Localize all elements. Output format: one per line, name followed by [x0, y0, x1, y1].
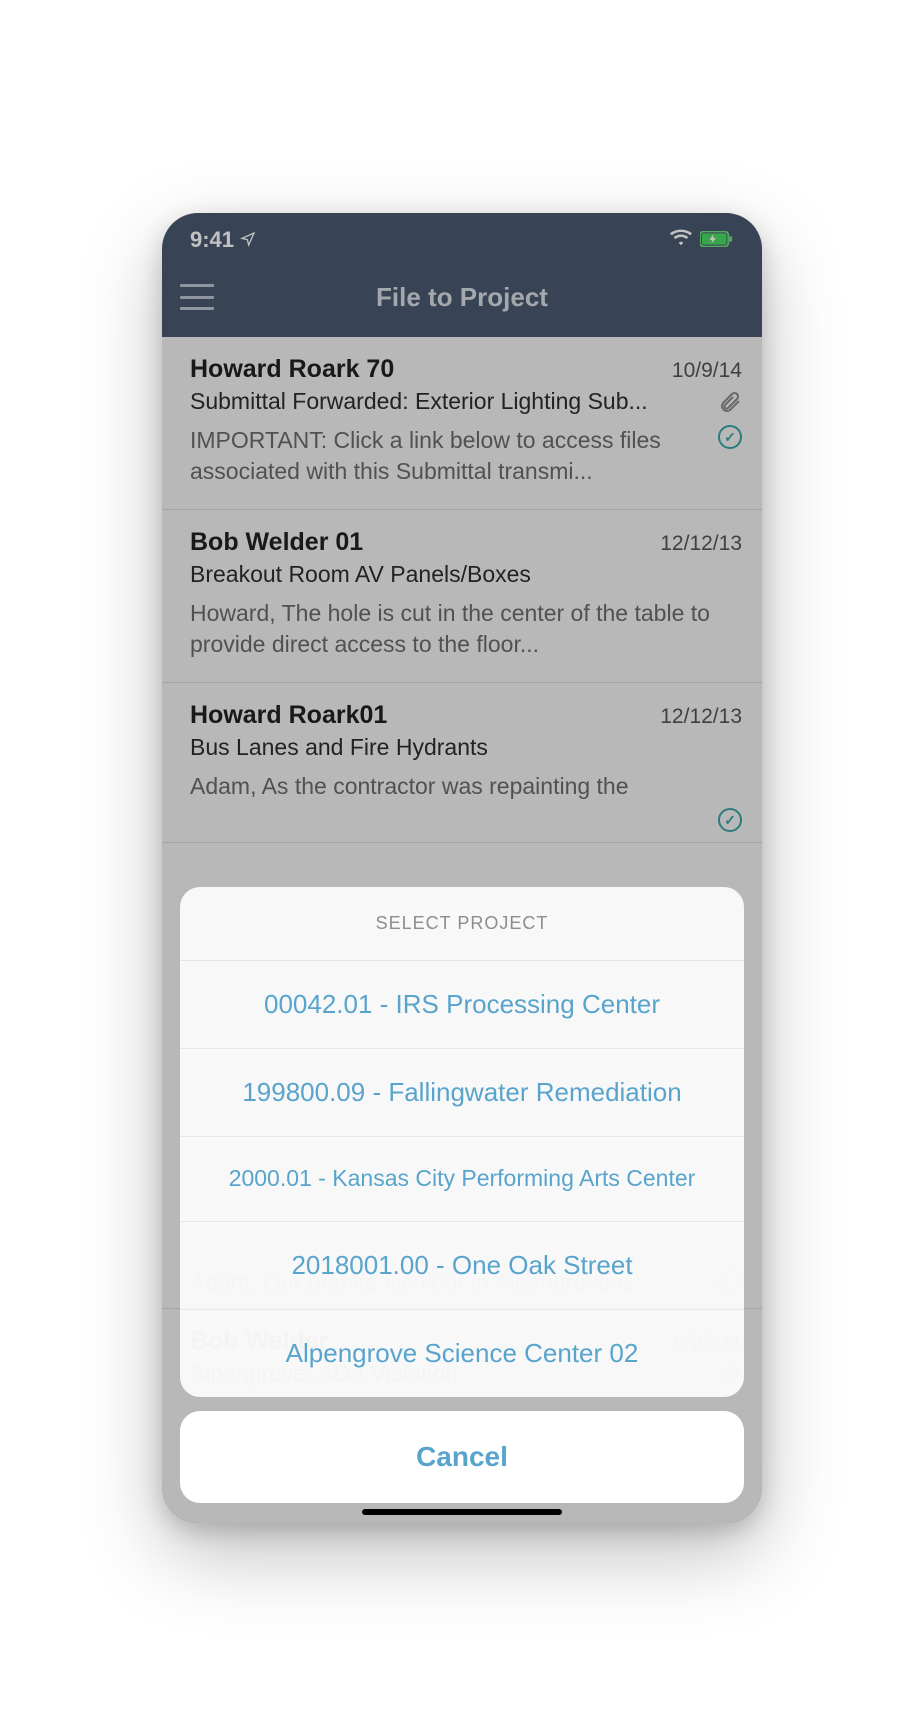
filed-check-icon [718, 808, 742, 832]
mail-item[interactable]: Bob Welder 01 12/12/13 Breakout Room AV … [162, 510, 762, 683]
page-title: File to Project [214, 282, 744, 313]
mail-sender: Howard Roark01 [190, 701, 387, 730]
phone-frame: 9:41 File to Project [162, 213, 762, 1523]
mail-sender: Howard Roark 70 [190, 355, 394, 384]
mail-preview: Adam, As the contractor was repainting t… [190, 771, 742, 802]
status-time: 9:41 [190, 227, 234, 253]
action-sheet: SELECT PROJECT 00042.01 - IRS Processing… [180, 887, 744, 1503]
mail-subject: Submittal Forwarded: Exterior Lighting S… [190, 388, 742, 415]
mail-preview: IMPORTANT: Click a link below to access … [190, 425, 742, 487]
project-option[interactable]: Alpengrove Science Center 02 [180, 1310, 744, 1397]
status-bar: 9:41 [162, 213, 762, 257]
mail-item[interactable]: Howard Roark 70 10/9/14 Submittal Forwar… [162, 337, 762, 510]
project-option[interactable]: 199800.09 - Fallingwater Remediation [180, 1049, 744, 1137]
filed-check-icon [718, 425, 742, 449]
project-option[interactable]: 00042.01 - IRS Processing Center [180, 961, 744, 1049]
battery-icon [700, 227, 734, 253]
status-right [670, 227, 734, 253]
nav-bar: File to Project [162, 257, 762, 337]
mail-preview: Howard, The hole is cut in the center of… [190, 598, 742, 660]
status-left: 9:41 [190, 227, 256, 253]
project-option[interactable]: 2000.01 - Kansas City Performing Arts Ce… [180, 1137, 744, 1222]
mail-subject: Bus Lanes and Fire Hydrants [190, 734, 742, 761]
mail-date: 12/12/13 [660, 532, 742, 556]
action-sheet-title: SELECT PROJECT [180, 887, 744, 961]
location-services-icon [240, 227, 256, 253]
mail-date: 12/12/13 [660, 705, 742, 729]
menu-button[interactable] [180, 284, 214, 310]
cancel-button[interactable]: Cancel [180, 1411, 744, 1503]
mail-date: 10/9/14 [672, 359, 742, 383]
mail-item[interactable]: Howard Roark01 12/12/13 Bus Lanes and Fi… [162, 683, 762, 843]
wifi-icon [670, 227, 692, 253]
attachment-icon [718, 391, 742, 415]
mail-subject: Breakout Room AV Panels/Boxes [190, 561, 742, 588]
home-indicator[interactable] [362, 1509, 562, 1515]
project-option[interactable]: 2018001.00 - One Oak Street [180, 1222, 744, 1310]
action-sheet-options: SELECT PROJECT 00042.01 - IRS Processing… [180, 887, 744, 1397]
mail-sender: Bob Welder 01 [190, 528, 363, 557]
